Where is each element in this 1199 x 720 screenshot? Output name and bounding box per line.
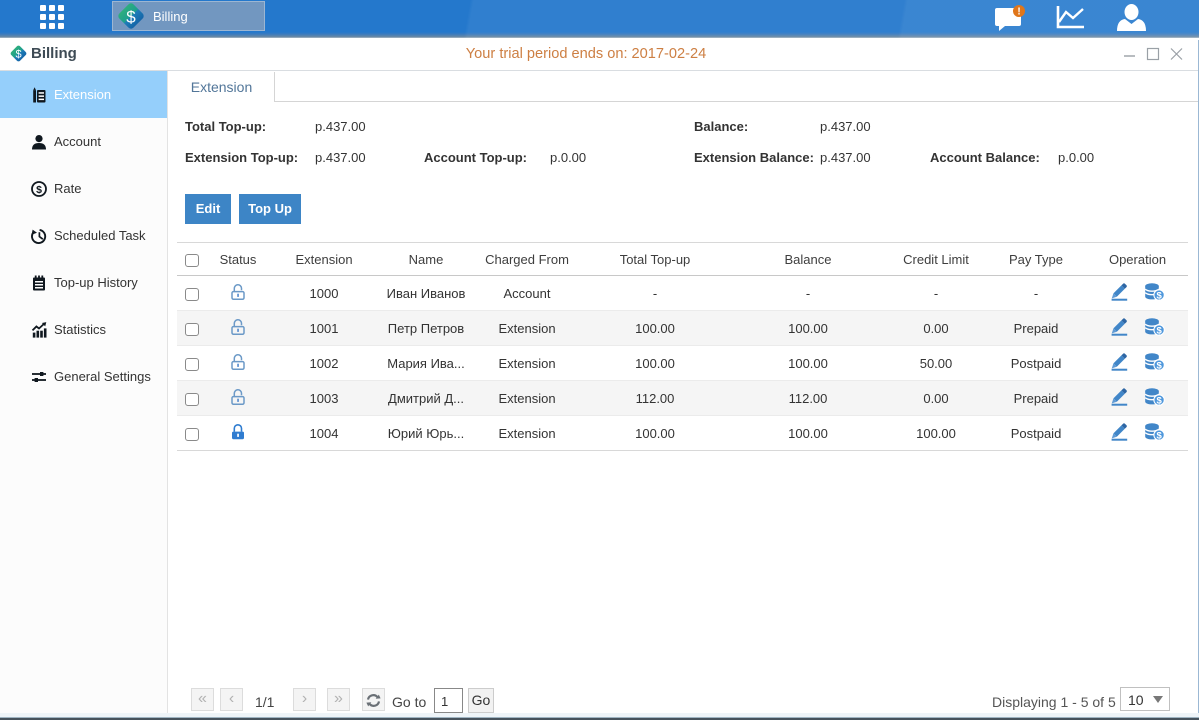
- svg-text:$: $: [1156, 326, 1162, 337]
- svg-text:$: $: [1156, 396, 1162, 407]
- svg-text:$: $: [1156, 431, 1162, 442]
- svg-text:$: $: [1156, 361, 1162, 372]
- svg-text:$: $: [1156, 291, 1162, 302]
- svg-text:$: $: [126, 8, 136, 27]
- svg-text:$: $: [36, 184, 42, 196]
- svg-text:!: !: [1017, 7, 1020, 18]
